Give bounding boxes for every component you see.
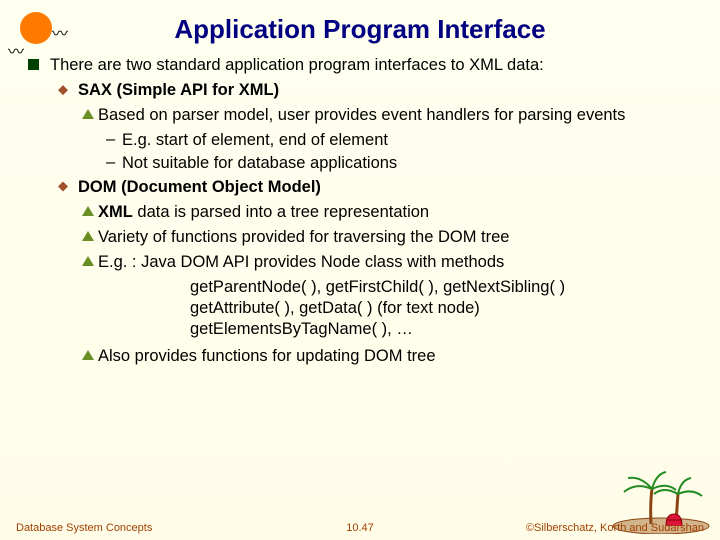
bullet-dom-d3b: getAttribute( ), getData( ) (for text no… — [190, 298, 684, 319]
sun-bird-decoration: 〰 〰 — [8, 8, 68, 58]
bullet-intro: There are two standard application progr… — [50, 55, 684, 76]
slide-content: There are two standard application progr… — [0, 55, 720, 367]
bullet-sax-heading: SAX (Simple API for XML) — [78, 80, 684, 101]
bullet-sax-detail: Based on parser model, user provides eve… — [98, 105, 684, 126]
bullet-dom-d3a: getParentNode( ), getFirstChild( ), getN… — [190, 277, 684, 298]
bullet-sax-sub1: E.g. start of element, end of element — [122, 130, 684, 151]
footer-page-number: 10.47 — [346, 522, 374, 534]
dom-d1-rest: data is parsed into a tree representatio… — [133, 203, 429, 221]
bullet-dom-d1: XML data is parsed into a tree represent… — [98, 202, 684, 223]
bullet-sax-sub2: Not suitable for database applications — [122, 153, 684, 174]
bullet-dom-d3: E.g. : Java DOM API provides Node class … — [98, 252, 684, 273]
bullet-dom-heading: DOM (Document Object Model) — [78, 177, 684, 198]
footer-copyright: ©Silberschatz, Korth and Sudarshan — [526, 522, 704, 534]
bold-xml: XML — [98, 203, 133, 221]
slide-footer: Database System Concepts 10.47 ©Silbersc… — [0, 522, 720, 534]
footer-left: Database System Concepts — [16, 522, 152, 534]
slide-title: Application Program Interface — [0, 0, 720, 55]
bullet-dom-d2: Variety of functions provided for traver… — [98, 227, 684, 248]
bullet-dom-d4: Also provides functions for updating DOM… — [98, 346, 684, 367]
bullet-dom-d3c: getElementsByTagName( ), … — [190, 319, 684, 340]
